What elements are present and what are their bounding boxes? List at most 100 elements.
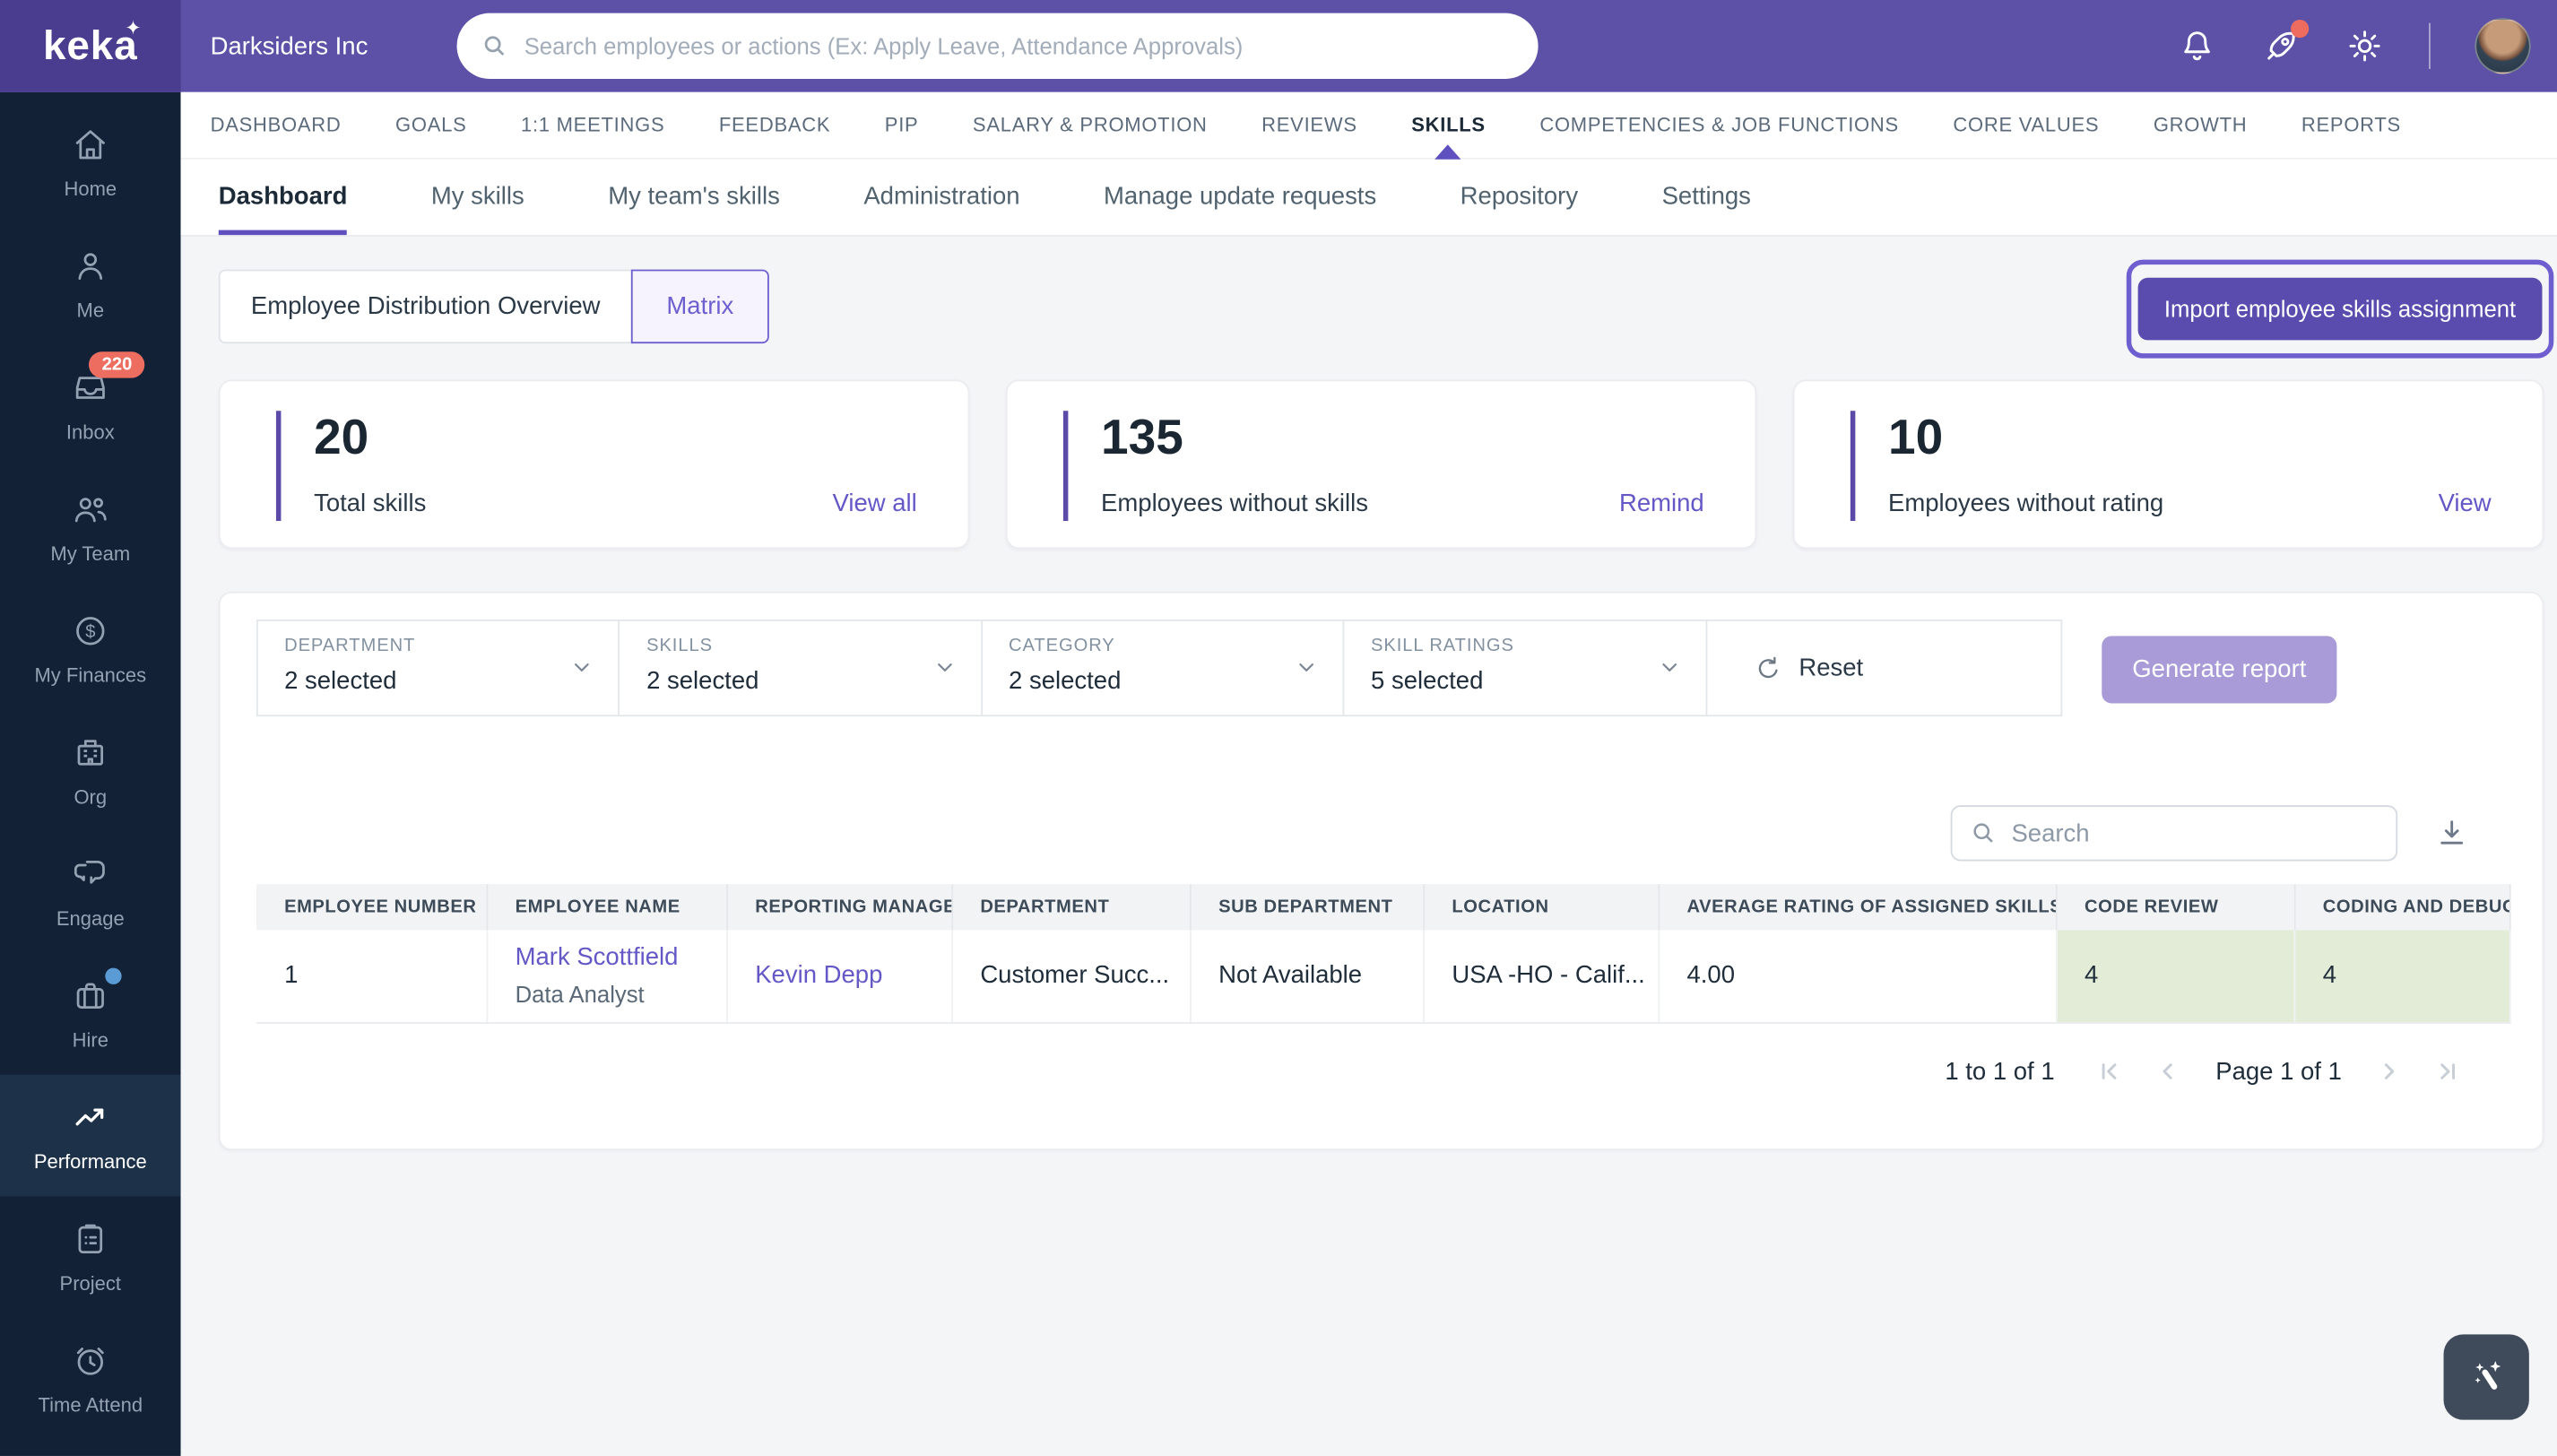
subtab-administration[interactable]: Administration: [863, 182, 1019, 235]
assistant-fab[interactable]: [2443, 1334, 2529, 1420]
sidebar-item-inbox[interactable]: 220 Inbox: [0, 345, 181, 467]
total-skills-value: 20: [314, 411, 369, 465]
whats-new-button[interactable]: [2261, 19, 2310, 65]
employees-without-rating-value: 10: [1888, 411, 1944, 465]
generate-report-button[interactable]: Generate report: [2102, 636, 2337, 704]
search-icon: [484, 36, 505, 56]
card-total-skills: 20 Total skills View all: [218, 379, 970, 550]
skills-sub-nav: Dashboard My skills My team's skills Adm…: [180, 157, 2557, 237]
tab-feedback[interactable]: FEEDBACK: [719, 92, 830, 158]
cell-department: Customer Succ...: [951, 930, 1191, 1023]
sidebar-item-label: My Finances: [34, 663, 147, 688]
reporting-manager-link[interactable]: Kevin Depp: [755, 962, 882, 990]
sidebar-item-org[interactable]: Org: [0, 710, 181, 832]
chevron-down-icon: [569, 654, 595, 680]
view-all-link[interactable]: View all: [833, 490, 917, 517]
sidebar-item-label: Engage: [56, 906, 125, 931]
skill-ratings-filter[interactable]: SKILL RATINGS 5 selected: [1345, 620, 1707, 715]
import-employee-skills-button[interactable]: Import employee skills assignment: [2137, 277, 2543, 341]
last-page-button[interactable]: [2437, 1060, 2460, 1083]
category-filter-value: 2 selected: [1009, 667, 1122, 696]
tab-skills-label: SKILLS: [1411, 113, 1486, 137]
tab-1-1-meetings[interactable]: 1:1 MEETINGS: [521, 92, 664, 158]
chevron-down-icon: [1294, 654, 1320, 680]
remind-link[interactable]: Remind: [1619, 490, 1704, 517]
download-button[interactable]: [2434, 815, 2470, 851]
category-filter[interactable]: CATEGORY 2 selected: [983, 620, 1345, 715]
pagination: 1 to 1 of 1 Page 1 of 1: [256, 1022, 2509, 1121]
notification-dot: [2291, 19, 2310, 39]
tab-core-values[interactable]: CORE VALUES: [1953, 92, 2099, 158]
tab-goals[interactable]: GOALS: [395, 92, 466, 158]
employee-role: Data Analyst: [515, 981, 645, 1009]
sidebar-item-hire[interactable]: Hire: [0, 953, 181, 1075]
alarm-clock-icon: [71, 1341, 110, 1381]
skills-filter[interactable]: SKILLS 2 selected: [620, 620, 983, 715]
tab-salary-promotion[interactable]: SALARY & PROMOTION: [973, 92, 1208, 158]
global-search[interactable]: [456, 13, 1539, 79]
sidebar-item-engage[interactable]: Engage: [0, 831, 181, 953]
settings-button[interactable]: [2345, 26, 2385, 65]
tab-reports[interactable]: REPORTS: [2301, 92, 2401, 158]
cell-location: USA -HO - Calif...: [1423, 930, 1660, 1023]
previous-page-button[interactable]: [2156, 1060, 2180, 1083]
toggle-matrix[interactable]: Matrix: [630, 269, 769, 344]
table-search[interactable]: [1950, 805, 2398, 862]
chat-icon: [71, 854, 110, 894]
col-average-rating: AVERAGE RATING OF ASSIGNED SKILLS: [1658, 884, 2057, 931]
tab-dashboard[interactable]: DASHBOARD: [211, 92, 342, 158]
sidebar-item-home[interactable]: Home: [0, 102, 181, 224]
subtab-my-skills[interactable]: My skills: [431, 182, 524, 235]
cell-average-rating: 4.00: [1658, 930, 2057, 1023]
subtab-my-teams-skills[interactable]: My team's skills: [608, 182, 780, 235]
sidebar-item-project[interactable]: Project: [0, 1196, 181, 1318]
dashboard-content: Employee Distribution Overview Matrix Im…: [181, 237, 2557, 1456]
main-area: DASHBOARD GOALS 1:1 MEETINGS FEEDBACK PI…: [180, 91, 2557, 1456]
gear-icon: [2349, 30, 2380, 62]
skill-ratings-filter-label: SKILL RATINGS: [1371, 636, 1514, 656]
reset-label: Reset: [1799, 654, 1864, 682]
sidebar-item-performance[interactable]: Performance: [0, 1074, 181, 1197]
subtab-dashboard[interactable]: Dashboard: [218, 182, 349, 236]
reset-filters-button[interactable]: Reset: [1707, 621, 2061, 715]
sidebar-item-my-team[interactable]: My Team: [0, 467, 181, 589]
view-toggle: Employee Distribution Overview Matrix: [218, 269, 769, 344]
skills-filter-label: SKILLS: [646, 636, 713, 656]
tab-skills[interactable]: SKILLS: [1411, 92, 1486, 160]
subtab-settings[interactable]: Settings: [1662, 182, 1751, 235]
department-filter[interactable]: DEPARTMENT 2 selected: [258, 620, 620, 715]
tab-competencies-job-functions[interactable]: COMPETENCIES & JOB FUNCTIONS: [1539, 92, 1899, 158]
view-link[interactable]: View: [2439, 490, 2492, 517]
card-accent-bar: [1062, 411, 1069, 522]
notifications-button[interactable]: [2178, 26, 2217, 65]
tab-reviews[interactable]: REVIEWS: [1261, 92, 1357, 158]
tab-pip[interactable]: PIP: [885, 92, 919, 158]
sidebar-item-my-finances[interactable]: $ My Finances: [0, 588, 181, 710]
department-filter-label: DEPARTMENT: [284, 636, 416, 656]
keka-logo[interactable]: keka ✦: [0, 0, 181, 92]
cell-coding-and-debugging: 4: [2293, 930, 2510, 1023]
users-icon: [71, 490, 110, 529]
sidebar-item-label: Hire: [72, 1028, 108, 1053]
sidebar-item-me[interactable]: Me: [0, 223, 181, 345]
toggle-employee-distribution-overview[interactable]: Employee Distribution Overview: [218, 269, 633, 344]
tab-growth[interactable]: GROWTH: [2154, 92, 2248, 158]
employees-without-rating-label: Employees without rating: [1888, 490, 2164, 518]
clipboard-icon: [71, 1219, 110, 1259]
global-search-input[interactable]: [524, 32, 1515, 59]
bell-icon: [2184, 31, 2210, 61]
sidebar-item-time-attend[interactable]: Time Attend: [0, 1318, 181, 1440]
subtab-repository[interactable]: Repository: [1461, 182, 1578, 235]
subtab-manage-update-requests[interactable]: Manage update requests: [1104, 182, 1376, 235]
employee-name-link[interactable]: Mark Scottfield: [516, 944, 725, 972]
skills-matrix-table: EMPLOYEE NUMBER EMPLOYEE NAME REPORTING …: [256, 884, 2510, 1023]
table-search-input[interactable]: [2011, 819, 2380, 847]
cell-code-review: 4: [2055, 930, 2295, 1023]
briefcase-icon: [71, 967, 122, 1016]
pagination-page-label: Page 1 of 1: [2215, 1057, 2342, 1086]
col-sub-department: SUB DEPARTMENT: [1190, 884, 1425, 931]
next-page-button[interactable]: [2378, 1060, 2401, 1083]
first-page-button[interactable]: [2097, 1060, 2120, 1083]
card-accent-bar: [1850, 411, 1856, 522]
col-department: DEPARTMENT: [951, 884, 1191, 931]
